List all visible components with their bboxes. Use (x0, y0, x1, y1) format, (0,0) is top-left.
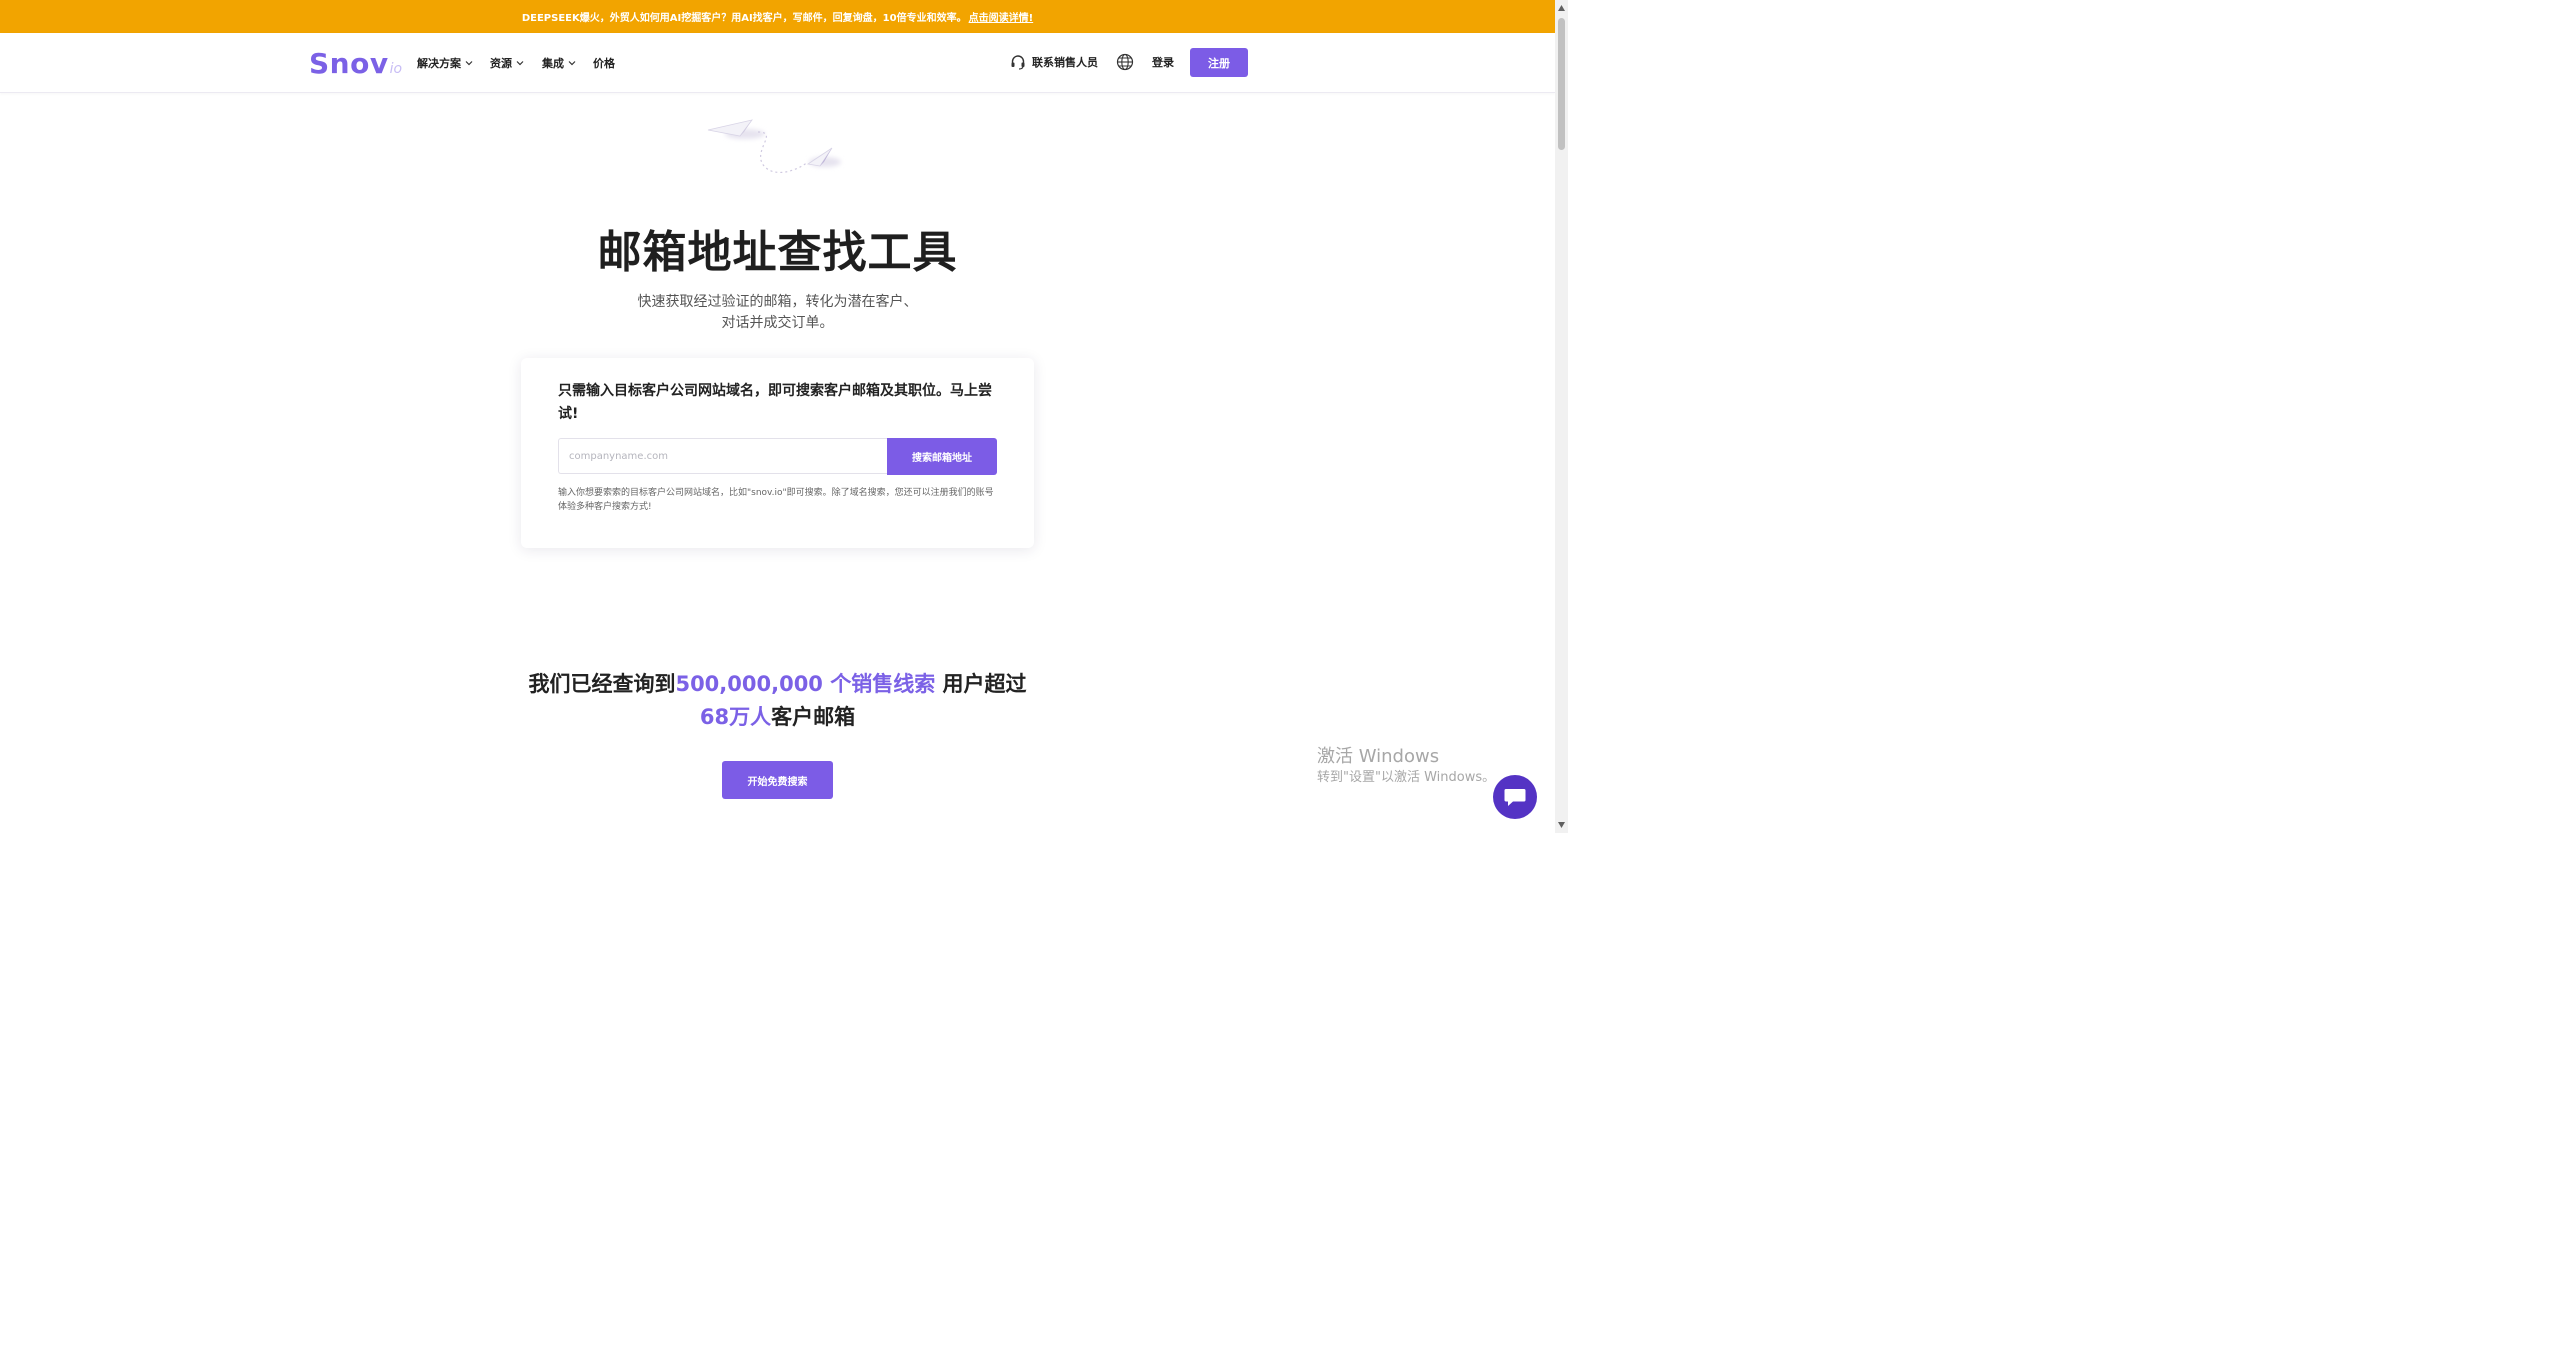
chevron-down-icon (568, 61, 576, 66)
contact-sales-link[interactable]: 联系销售人员 (1010, 47, 1098, 77)
nav-item-resources[interactable]: 资源 (490, 55, 524, 71)
language-selector[interactable] (1116, 47, 1134, 77)
promo-banner: DEEPSEEK爆火，外贸人如何用AI挖掘客户？用AI找客户，写邮件，回复询盘，… (0, 0, 1555, 33)
signup-button[interactable]: 注册 (1190, 48, 1248, 77)
stats-suffix: 客户邮箱 (771, 705, 856, 729)
chevron-down-icon (516, 61, 524, 66)
watermark-line-2: 转到"设置"以激活 Windows。 (1317, 770, 1496, 785)
top-navbar: Snov io 解决方案 资源 集成 价格 联系销售人员 登录 (0, 33, 1555, 93)
search-card-note: 输入你想要索索的目标客户公司网站域名，比如"snov.io"即可搜索。除了域名搜… (558, 488, 994, 512)
nav-item-label: 价格 (593, 57, 615, 70)
login-label: 登录 (1152, 56, 1174, 69)
banner-text: DEEPSEEK爆火，外贸人如何用AI挖掘客户？用AI找客户，写邮件，回复询盘，… (521, 13, 967, 24)
page-scrollbar[interactable] (1555, 0, 1568, 833)
logo-main-text: Snov (309, 47, 389, 80)
domain-search-input[interactable] (558, 438, 895, 474)
chevron-down-icon (465, 61, 473, 66)
scrollbar-thumb[interactable] (1558, 18, 1565, 150)
contact-sales-label: 联系销售人员 (1032, 56, 1098, 69)
nav-item-label: 资源 (490, 57, 512, 70)
search-card-heading: 只需输入目标客户公司网站域名，即可搜索客户邮箱及其职位。马上尝试! (558, 383, 992, 422)
nav-item-label: 解决方案 (417, 57, 461, 70)
scroll-up-arrow-icon[interactable] (1557, 4, 1566, 12)
stats-leads-count: 500,000,000 个销售线索 (675, 672, 936, 696)
nav-item-pricing[interactable]: 价格 (593, 55, 615, 71)
stats-prefix: 我们已经查询到 (528, 672, 676, 696)
email-search-card: 只需输入目标客户公司网站域名，即可搜索客户邮箱及其职位。马上尝试! 搜索邮箱地址… (521, 358, 1034, 548)
globe-icon (1116, 53, 1134, 71)
start-free-search-button[interactable]: 开始免费搜索 (722, 761, 833, 799)
watermark-line-1: 激活 Windows (1317, 746, 1440, 767)
search-emails-button[interactable]: 搜索邮箱地址 (887, 438, 997, 475)
windows-activation-watermark: 激活 Windows 转到"设置"以激活 Windows。 (1317, 745, 1495, 787)
nav-item-integrations[interactable]: 集成 (542, 55, 576, 71)
stats-headline: 我们已经查询到500,000,000 个销售线索 用户超过 68万人客户邮箱 (0, 668, 1555, 734)
page-title: 邮箱地址查找工具 (597, 227, 958, 278)
paper-planes-illustration (707, 119, 841, 174)
page-subtitle: 快速获取经过验证的邮箱，转化为潜在客户、 对话并成交订单。 (0, 292, 1555, 334)
login-link[interactable]: 登录 (1152, 47, 1174, 77)
stats-middle: 用户超过 (935, 672, 1027, 696)
headset-icon (1011, 55, 1025, 70)
logo-suffix-text: io (389, 61, 403, 77)
chat-bubble-icon (1504, 789, 1526, 806)
banner-read-more-link[interactable]: 点击阅读详情! (969, 9, 1034, 24)
subtitle-line-1: 快速获取经过验证的邮箱，转化为潜在客户、 (637, 294, 918, 310)
snov-logo[interactable]: Snov io (309, 46, 402, 80)
stats-users-count: 68万人 (699, 705, 772, 729)
nav-item-solutions[interactable]: 解决方案 (417, 55, 473, 71)
scroll-down-arrow-icon[interactable] (1557, 821, 1566, 829)
subtitle-line-2: 对话并成交订单。 (721, 315, 834, 331)
chat-widget-button[interactable] (1493, 775, 1537, 819)
nav-item-label: 集成 (542, 57, 564, 70)
